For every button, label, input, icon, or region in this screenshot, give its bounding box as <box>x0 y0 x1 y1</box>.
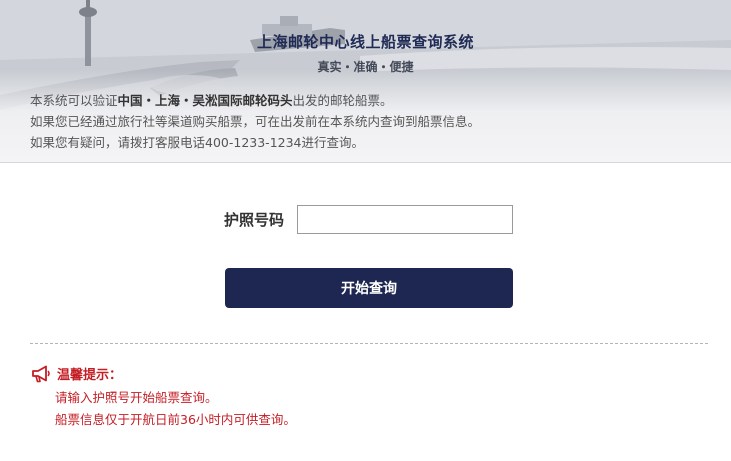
intro-line-3: 如果您有疑问，请拨打客服电话400-1233-1234进行查询。 <box>30 135 365 150</box>
megaphone-icon <box>32 365 50 382</box>
divider <box>30 343 708 344</box>
page-title: 上海邮轮中心线上船票查询系统 <box>256 33 474 51</box>
passport-input[interactable] <box>297 205 513 234</box>
intro-line-2: 如果您已经通过旅行社等渠道购买船票，可在出发前在本系统内查询到船票信息。 <box>30 114 481 129</box>
intro-text: 本系统可以验证中国・上海・吴淞国际邮轮码头出发的邮轮船票。 如果您已经通过旅行社… <box>30 90 480 153</box>
tips-header: 温馨提示： <box>31 364 122 383</box>
tips-list: 请输入护照号开始船票查询。 船票信息仅于开航日前36小时内可供查询。 <box>55 387 296 431</box>
passport-form-row: 护照号码 <box>224 205 513 234</box>
intro-line-1: 本系统可以验证中国・上海・吴淞国际邮轮码头出发的邮轮船票。 <box>30 93 393 108</box>
tip-item: 请输入护照号开始船票查询。 <box>55 390 218 405</box>
header-banner: 上海邮轮中心线上船票查询系统 真实・准确・便捷 本系统可以验证中国・上海・吴淞国… <box>0 0 731 163</box>
page-tagline: 真实・准确・便捷 <box>317 60 414 74</box>
terminal-name: 中国・上海・吴淞国际邮轮码头 <box>117 93 293 108</box>
tips-title: 温馨提示： <box>57 368 123 383</box>
search-button[interactable]: 开始查询 <box>225 268 513 308</box>
tip-item: 船票信息仅于开航日前36小时内可供查询。 <box>55 412 296 427</box>
passport-label: 护照号码 <box>224 211 285 229</box>
